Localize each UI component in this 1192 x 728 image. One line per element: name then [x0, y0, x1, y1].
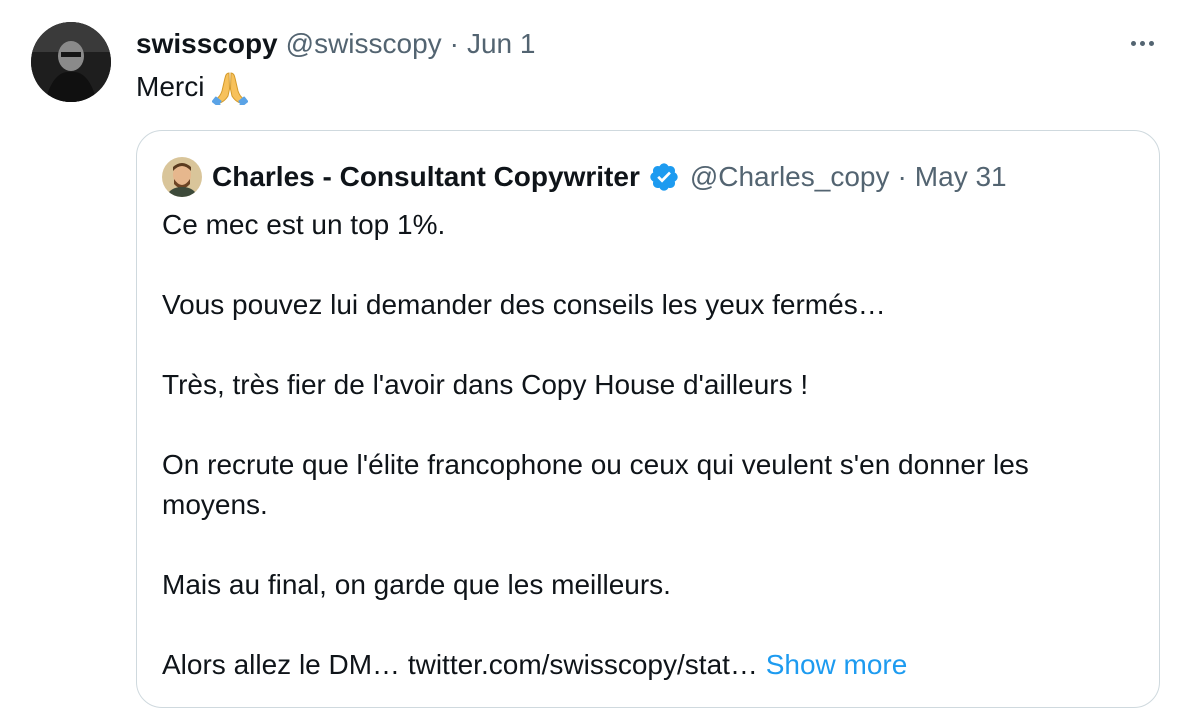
quoted-last-line: Alors allez le DM… twitter.com/swisscopy… [162, 645, 1137, 685]
quoted-paragraph: Très, très fier de l'avoir dans Copy Hou… [162, 369, 809, 400]
tweet-header: swisscopy @swisscopy · Jun 1 [136, 26, 535, 62]
show-more-link[interactable]: Show more [766, 649, 908, 680]
tweet[interactable]: swisscopy @swisscopy · Jun 1 Merci Charl… [0, 0, 1192, 728]
verified-badge-icon [648, 161, 680, 193]
quoted-paragraph: Ce mec est un top 1%. [162, 209, 446, 240]
quoted-tweet-body: Ce mec est un top 1%. Vous pouvez lui de… [162, 205, 1137, 685]
more-horizontal-icon[interactable] [1122, 28, 1162, 58]
quoted-avatar[interactable] [162, 157, 202, 197]
quoted-tweet-date[interactable]: May 31 [915, 161, 1007, 193]
separator: · [897, 161, 907, 192]
quoted-tweet-header: Charles - Consultant Copywriter @Charles… [162, 157, 1007, 197]
quoted-author-handle[interactable]: @Charles_copy [690, 161, 890, 193]
separator: · [449, 28, 459, 59]
tweet-date[interactable]: Jun 1 [467, 28, 536, 60]
avatar[interactable] [31, 22, 111, 102]
author-handle[interactable]: @swisscopy [286, 28, 442, 60]
quoted-author-name[interactable]: Charles - Consultant Copywriter [212, 161, 640, 193]
folded-hands-icon [212, 69, 249, 107]
tweet-text-content: Merci [136, 71, 205, 102]
author-name[interactable]: swisscopy [136, 28, 278, 60]
quoted-paragraph: Vous pouvez lui demander des conseils le… [162, 289, 886, 320]
quoted-paragraph: On recrute que l'élite francophone ou ce… [162, 449, 1029, 520]
quoted-tweet[interactable]: Charles - Consultant Copywriter @Charles… [136, 130, 1160, 708]
quoted-paragraph: Mais au final, on garde que les meilleur… [162, 569, 671, 600]
quoted-last-line-text: Alors allez le DM… twitter.com/swisscopy… [162, 649, 758, 680]
tweet-text: Merci [136, 68, 249, 107]
